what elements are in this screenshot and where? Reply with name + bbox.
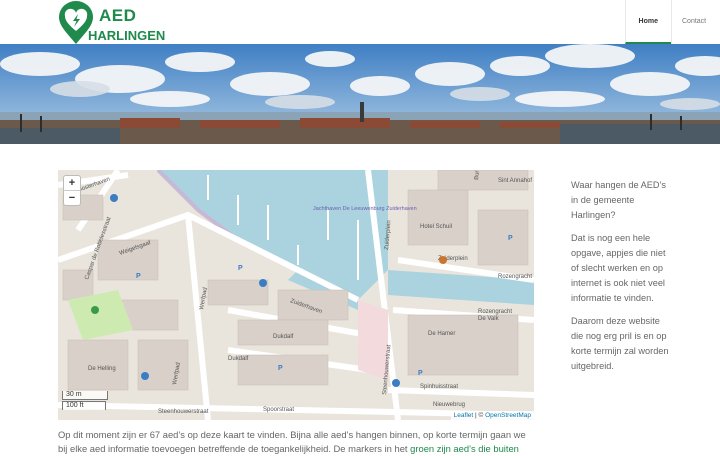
scale-metric: 30 m	[62, 391, 108, 400]
intro-text: Op dit moment zijn er 67 aed’s op deze k…	[58, 428, 538, 456]
map-label-nieuwebrug: Nieuwebrug	[433, 402, 465, 408]
map-zoom-control: + −	[63, 175, 81, 206]
svg-text:P: P	[508, 235, 513, 242]
map-label-hotel: Hotel Schuil	[420, 224, 452, 230]
intro-line-1: Op dit moment zijn er 67 aed’s op deze k…	[58, 429, 526, 440]
map-label-jachthaven: Jachthaven De Leeuwenburg Zuiderhaven	[313, 206, 417, 212]
leaflet-link[interactable]: Leaflet	[454, 412, 474, 419]
main-nav: Home Contact	[624, 0, 720, 44]
svg-text:P: P	[136, 273, 141, 280]
intro-line-2: bij elke aed informatie toevoegen betref…	[58, 442, 538, 456]
attribution-separator: | ©	[473, 412, 486, 419]
panorama-image	[0, 44, 720, 144]
zoom-in-button[interactable]: +	[64, 176, 80, 191]
map-label-bur: Bur	[474, 170, 481, 180]
map-label-dukdalf: Dukdalf	[273, 334, 294, 340]
map-label-steenhouwerstraat-2: Steenhouwerstraat	[158, 409, 209, 415]
map-label-dehelling: De Helling	[88, 366, 116, 372]
map-label-dukdalf-2: Dukdalf	[228, 356, 249, 362]
green-markers-link[interactable]: groen zijn aed’s die buiten	[410, 443, 519, 454]
map-attribution: Leaflet | © OpenStreetMap	[450, 411, 534, 420]
intro-line-2-text: bij elke aed informatie toevoegen betref…	[58, 443, 411, 454]
map-scale: 30 m 100 ft	[62, 390, 108, 410]
osm-link[interactable]: OpenStreetMap	[485, 412, 531, 419]
map-label-devalk: De Valk	[478, 316, 500, 322]
logo-subtitle: HARLINGEN	[88, 28, 166, 43]
svg-text:P: P	[278, 365, 283, 372]
map-label-rozengracht: Rozengracht	[498, 274, 532, 280]
nav-home[interactable]: Home	[624, 0, 671, 44]
map-label-rozengracht-2: Rozengracht	[478, 309, 512, 315]
zoom-out-button[interactable]: −	[64, 191, 80, 205]
sidebar-paragraph-1: Dat is nog een hele opgave, appjes die n…	[571, 233, 666, 303]
map-label-spinhuisstraat: Spinhuisstraat	[420, 384, 458, 390]
svg-text:P: P	[418, 370, 423, 377]
sidebar-paragraph-2: Daarom deze website die nog erg pril is …	[571, 316, 669, 371]
map-tiles: Oosterhaven Caspar de Robelesstraat Weig…	[58, 170, 534, 420]
map-label-dehamer: De Hamer	[428, 331, 455, 337]
map-label-spoorstraat: Spoorstraat	[263, 407, 294, 413]
logo-title: AED	[99, 6, 137, 25]
svg-text:P: P	[238, 265, 243, 272]
site-logo[interactable]: AED HARLINGEN	[57, 1, 167, 44]
map-label-stannahof: Sint Annahof	[498, 178, 532, 184]
nav-contact[interactable]: Contact	[671, 0, 720, 44]
sidebar-question: Waar hangen de AED’s in de gemeente Harl…	[571, 180, 666, 220]
sidebar-intro: Waar hangen de AED’s in de gemeente Harl…	[571, 178, 671, 382]
site-header: AED HARLINGEN Home Contact	[0, 0, 720, 44]
panorama-banner	[0, 44, 720, 144]
aed-map[interactable]: Oosterhaven Caspar de Robelesstraat Weig…	[58, 170, 534, 420]
scale-imperial: 100 ft	[62, 401, 106, 410]
